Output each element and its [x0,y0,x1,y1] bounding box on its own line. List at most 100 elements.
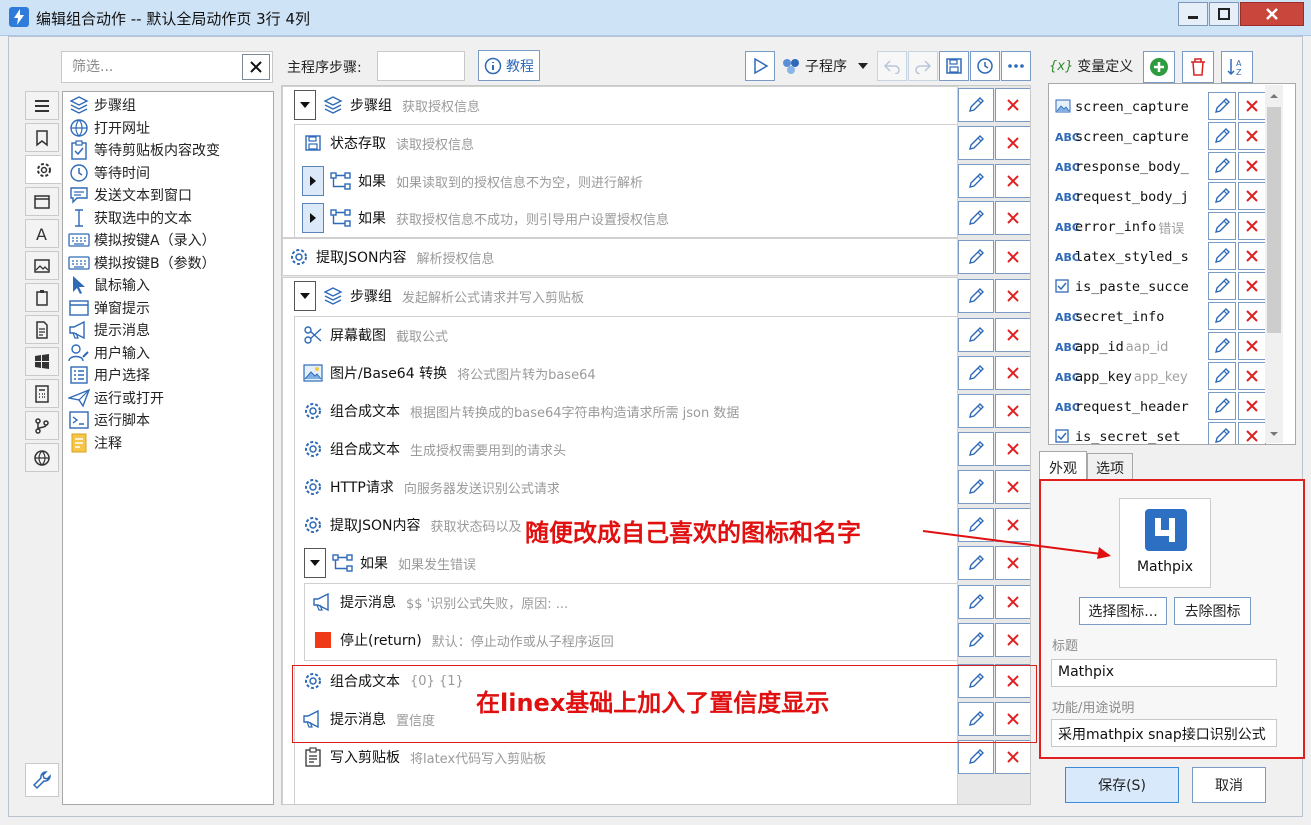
delete-variable-row-button[interactable] [1238,92,1266,120]
delete-variable-row-button[interactable] [1238,152,1266,180]
sidebar-item[interactable]: 弹窗提示 [63,297,273,320]
step-row[interactable]: 写入剪贴板 将latex代码写入剪贴板 [302,738,952,776]
sidebar-item[interactable]: 等待时间 [63,162,273,185]
delete-step-button[interactable] [995,356,1030,390]
step-row[interactable]: 停止(return) 默认：停止动作或从子程序返回 [312,621,952,659]
edit-step-button[interactable] [958,585,994,619]
edit-step-button[interactable] [958,740,994,774]
delete-step-button[interactable] [995,585,1030,619]
step-row[interactable]: HTTP请求 向服务器发送识别公式请求 [302,468,952,506]
edit-variable-button[interactable] [1208,152,1236,180]
minimize-button[interactable] [1178,2,1208,26]
delete-variable-row-button[interactable] [1238,302,1266,330]
tab-git[interactable] [25,411,59,440]
more-button[interactable] [1001,51,1031,81]
filter-input[interactable] [70,53,245,81]
tab-window[interactable] [25,187,59,216]
delete-variable-row-button[interactable] [1238,242,1266,270]
edit-variable-button[interactable] [1208,92,1236,120]
edit-step-button[interactable] [958,164,994,198]
edit-step-button[interactable] [958,126,994,160]
step-row[interactable]: 组合成文本 根据图片转换成的base64字符串构造请求所需 json 数据 [302,392,952,430]
cancel-button[interactable]: 取消 [1192,767,1266,803]
edit-step-button[interactable] [958,201,994,235]
undo-button[interactable] [877,51,907,81]
remove-icon-button[interactable]: 去除图标 [1174,597,1251,625]
subprogram-dropdown[interactable]: 子程序 [781,51,869,81]
delete-step-button[interactable] [995,740,1030,774]
settings-wrench-button[interactable] [25,763,59,797]
step-expand-toggle[interactable] [294,90,316,120]
sidebar-item[interactable]: 发送文本到窗口 [63,184,273,207]
sidebar-item[interactable]: 步骤组 [63,94,273,117]
sidebar-item[interactable]: 用户输入 [63,342,273,365]
choose-icon-button[interactable]: 选择图标... [1079,597,1167,625]
edit-step-button[interactable] [958,318,994,352]
edit-variable-button[interactable] [1208,212,1236,240]
filter-clear-button[interactable] [242,54,270,80]
tab-windows[interactable] [25,347,59,376]
variable-scrollbar[interactable] [1265,85,1283,443]
main-steps-input[interactable] [377,51,465,81]
save-step-button[interactable] [939,51,969,81]
edit-variable-button[interactable] [1208,182,1236,210]
step-row[interactable]: 图片/Base64 转换 将公式图片转为base64 [302,354,952,392]
sidebar-item[interactable]: 模拟按键B（参数） [63,252,273,275]
close-window-button[interactable] [1240,2,1304,26]
delete-variable-row-button[interactable] [1238,362,1266,390]
history-button[interactable] [970,51,1000,81]
tab-web[interactable] [25,443,59,472]
tab-image[interactable] [25,251,59,280]
sidebar-item[interactable]: 模拟按键A（录入） [63,229,273,252]
delete-variable-row-button[interactable] [1238,332,1266,360]
edit-step-button[interactable] [958,279,994,313]
step-row[interactable]: 组合成文本 生成授权需要用到的请求头 [302,430,952,468]
edit-variable-button[interactable] [1208,272,1236,300]
save-button[interactable]: 保存(S) [1065,767,1179,803]
delete-variable-row-button[interactable] [1238,122,1266,150]
tab-settings[interactable] [25,155,61,184]
sidebar-item[interactable]: 运行或打开 [63,387,273,410]
description-input[interactable]: 采用mathpix snap接口识别公式 [1051,719,1277,747]
delete-variable-row-button[interactable] [1238,392,1266,420]
edit-variable-button[interactable] [1208,242,1236,270]
step-row[interactable]: 提取JSON内容 解析授权信息 [288,238,952,276]
run-button[interactable] [745,51,775,81]
tab-text[interactable]: A [25,219,59,248]
step-row[interactable]: 提示消息 $$ '识别公式失败，原因: ... [312,583,952,621]
delete-step-button[interactable] [995,432,1030,466]
tab-all[interactable] [25,91,59,120]
delete-variable-row-button[interactable] [1238,272,1266,300]
sidebar-item[interactable]: 打开网址 [63,117,273,140]
edit-variable-button[interactable] [1208,332,1236,360]
delete-step-button[interactable] [995,470,1030,504]
sidebar-item[interactable]: 提示消息 [63,319,273,342]
step-row[interactable]: 屏幕截图 截取公式 [302,316,952,354]
step-row[interactable]: 如果 获取授权信息不成功，则引导用户设置授权信息 [302,199,952,237]
delete-step-button[interactable] [995,623,1030,657]
delete-step-button[interactable] [995,164,1030,198]
step-row[interactable]: 步骤组 发起解析公式请求并写入剪贴板 [294,277,952,315]
sidebar-item[interactable]: 获取选中的文本 [63,207,273,230]
delete-step-button[interactable] [995,240,1030,274]
edit-variable-button[interactable] [1208,422,1236,444]
delete-variable-row-button[interactable] [1238,212,1266,240]
delete-step-button[interactable] [995,318,1030,352]
maximize-button[interactable] [1209,2,1239,26]
add-variable-button[interactable] [1143,51,1175,83]
step-expand-toggle[interactable] [302,166,324,196]
step-expand-toggle[interactable] [294,281,316,311]
tab-clipboard[interactable] [25,283,59,312]
delete-step-button[interactable] [995,88,1030,122]
edit-step-button[interactable] [958,356,994,390]
step-expand-toggle[interactable] [302,203,324,233]
sort-variables-button[interactable]: AZ [1221,51,1253,83]
tab-document[interactable] [25,315,59,344]
edit-step-button[interactable] [958,432,994,466]
sidebar-item[interactable]: 注释 [63,432,273,455]
tutorial-button[interactable]: 教程 [478,50,540,81]
title-input[interactable]: Mathpix [1051,659,1277,687]
step-row[interactable]: 状态存取 读取授权信息 [302,124,952,162]
delete-step-button[interactable] [995,394,1030,428]
step-expand-toggle[interactable] [304,548,326,578]
